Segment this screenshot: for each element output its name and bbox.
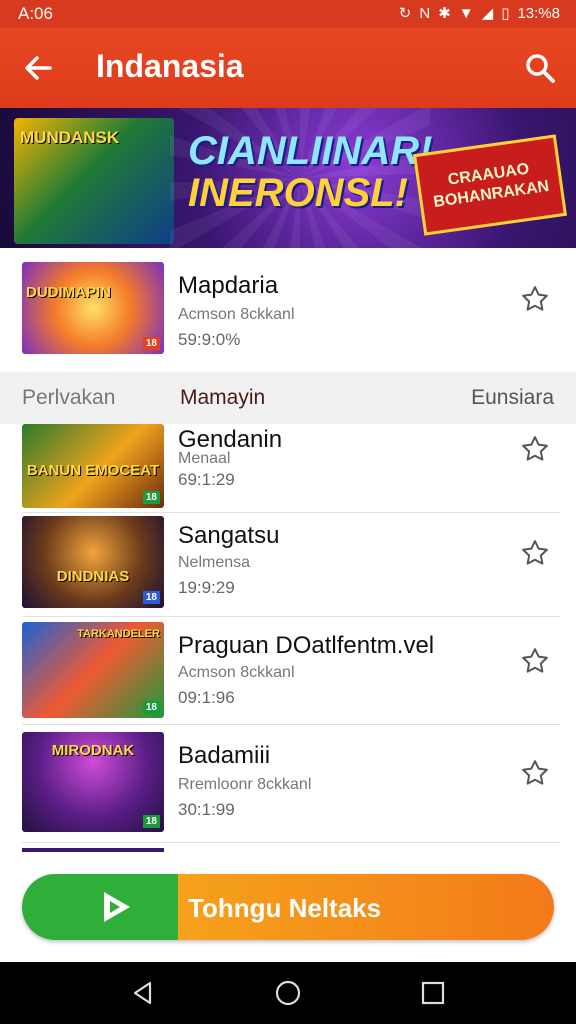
banner-headline: CIANLIINAR! INERONSL! bbox=[188, 130, 432, 215]
play-icon bbox=[98, 889, 136, 925]
system-nav-bar bbox=[0, 962, 576, 1024]
star-icon[interactable] bbox=[520, 434, 550, 464]
item-meta: 30:1:99 bbox=[178, 800, 235, 819]
featured-item[interactable]: DUDIMAPIN 18 Mapdaria Acmson 8ckkanl 59:… bbox=[0, 248, 576, 372]
item-meta: 09:1:96 bbox=[178, 688, 235, 707]
item-subtitle: Acmson 8ckkanl bbox=[178, 664, 295, 681]
featured-subtitle: Acmson 8ckkanl bbox=[178, 306, 295, 323]
nav-home-icon[interactable] bbox=[273, 978, 303, 1008]
app-bar: Indanasia bbox=[0, 28, 576, 108]
search-icon[interactable] bbox=[522, 50, 558, 86]
list-item[interactable]: DINDNIAS 18 Sangatsu Nelmensa 19:9:29 bbox=[0, 516, 576, 614]
item-meta: 19:9:29 bbox=[178, 578, 235, 597]
status-time: A:06 bbox=[18, 4, 53, 23]
item-art-title: TARKANDELER bbox=[77, 628, 160, 640]
item-thumbnail: MIRODNAK 18 bbox=[22, 732, 164, 832]
nav-back-icon[interactable] bbox=[128, 978, 158, 1008]
nav-recents-icon[interactable] bbox=[418, 978, 448, 1008]
thumb-tag: 18 bbox=[142, 491, 160, 504]
item-title: Sangatsu bbox=[178, 522, 280, 549]
section-header: Perlvakan Mamayin Eunsiara bbox=[0, 372, 576, 424]
item-thumbnail: DINDNIAS 18 bbox=[22, 516, 164, 608]
banner-art-title: MUNDANSK bbox=[20, 128, 120, 147]
nfc-icon: N bbox=[419, 4, 431, 22]
featured-art-title: DUDIMAPIN bbox=[26, 284, 111, 301]
bluetooth-icon: ✱ bbox=[438, 5, 451, 22]
item-thumbnail: BANUN EMOCEAT 18 bbox=[22, 424, 164, 508]
banner-badge[interactable]: CRAAUAO BOHANRAKAN bbox=[412, 134, 568, 236]
item-subtitle: Rremloonr 8ckkanl bbox=[178, 776, 312, 793]
thumb-tag: 18 bbox=[142, 701, 160, 714]
sync-icon: ↻ bbox=[398, 5, 412, 22]
section-tab-right[interactable]: Eunsiara bbox=[471, 386, 554, 410]
item-thumbnail: TARKANDELER 18 bbox=[22, 622, 164, 718]
item-subtitle: Nelmensa bbox=[178, 554, 251, 571]
star-icon[interactable] bbox=[520, 284, 550, 314]
banner-headline-line-1: CIANLIINAR! bbox=[188, 129, 433, 173]
item-meta: 69:1:29 bbox=[178, 470, 235, 489]
divider bbox=[22, 616, 560, 617]
cta-area: Tohngu Neltaks bbox=[0, 852, 576, 962]
list-item[interactable]: MIRODNAK 18 Badamiii Rremloonr 8ckkanl 3… bbox=[0, 728, 576, 840]
divider bbox=[22, 512, 560, 513]
promo-banner[interactable]: MUNDANSK CIANLIINAR! INERONSL! CRAAUAO B… bbox=[0, 108, 576, 248]
thumb-tag: 18 bbox=[142, 815, 160, 828]
cta-label: Tohngu Neltaks bbox=[188, 893, 382, 923]
item-title: Praguan DOatlfentm.vel bbox=[178, 632, 435, 659]
star-icon[interactable] bbox=[520, 646, 550, 676]
star-icon[interactable] bbox=[520, 538, 550, 568]
page-title: Indanasia bbox=[96, 48, 244, 84]
divider bbox=[22, 724, 560, 725]
banner-artwork: MUNDANSK bbox=[14, 118, 174, 244]
status-icons: ↻ N ✱ ▼ ◢ ▯ 13:%8 bbox=[398, 4, 560, 23]
item-art-title: BANUN EMOCEAT bbox=[26, 462, 160, 479]
list-item[interactable]: BANUN EMOCEAT 18 Gendanin Menaal 69:1:29 bbox=[0, 424, 576, 512]
item-art-title: MIRODNAK bbox=[51, 742, 135, 759]
item-title: Badamiii bbox=[178, 742, 271, 769]
thumb-tag: 18 bbox=[142, 337, 160, 350]
thumb-tag: 18 bbox=[142, 591, 160, 604]
signal-icon: ◢ bbox=[481, 5, 494, 22]
star-icon[interactable] bbox=[520, 758, 550, 788]
divider bbox=[22, 842, 560, 843]
install-cta-button[interactable]: Tohngu Neltaks bbox=[22, 874, 554, 940]
list-item[interactable]: TARKANDELER 18 Praguan DOatlfentm.vel Ac… bbox=[0, 620, 576, 722]
battery-icon: ▯ bbox=[501, 5, 510, 22]
battery-level: 13:%8 bbox=[517, 4, 560, 22]
section-tab-left[interactable]: Perlvakan bbox=[22, 386, 115, 410]
arrow-left-icon[interactable] bbox=[20, 50, 56, 86]
featured-title: Mapdaria bbox=[178, 272, 279, 299]
wifi-icon: ▼ bbox=[458, 4, 474, 22]
featured-meta: 59:9:0% bbox=[178, 330, 241, 349]
item-art-title: DINDNIAS bbox=[56, 568, 130, 585]
item-subtitle: Menaal bbox=[178, 450, 231, 467]
featured-thumbnail: DUDIMAPIN 18 bbox=[22, 262, 164, 354]
section-tab-middle[interactable]: Mamayin bbox=[180, 386, 265, 410]
banner-headline-line-2: INERONSL! bbox=[188, 171, 408, 215]
status-bar: A:06 ↻ N ✱ ▼ ◢ ▯ 13:%8 bbox=[0, 0, 576, 28]
